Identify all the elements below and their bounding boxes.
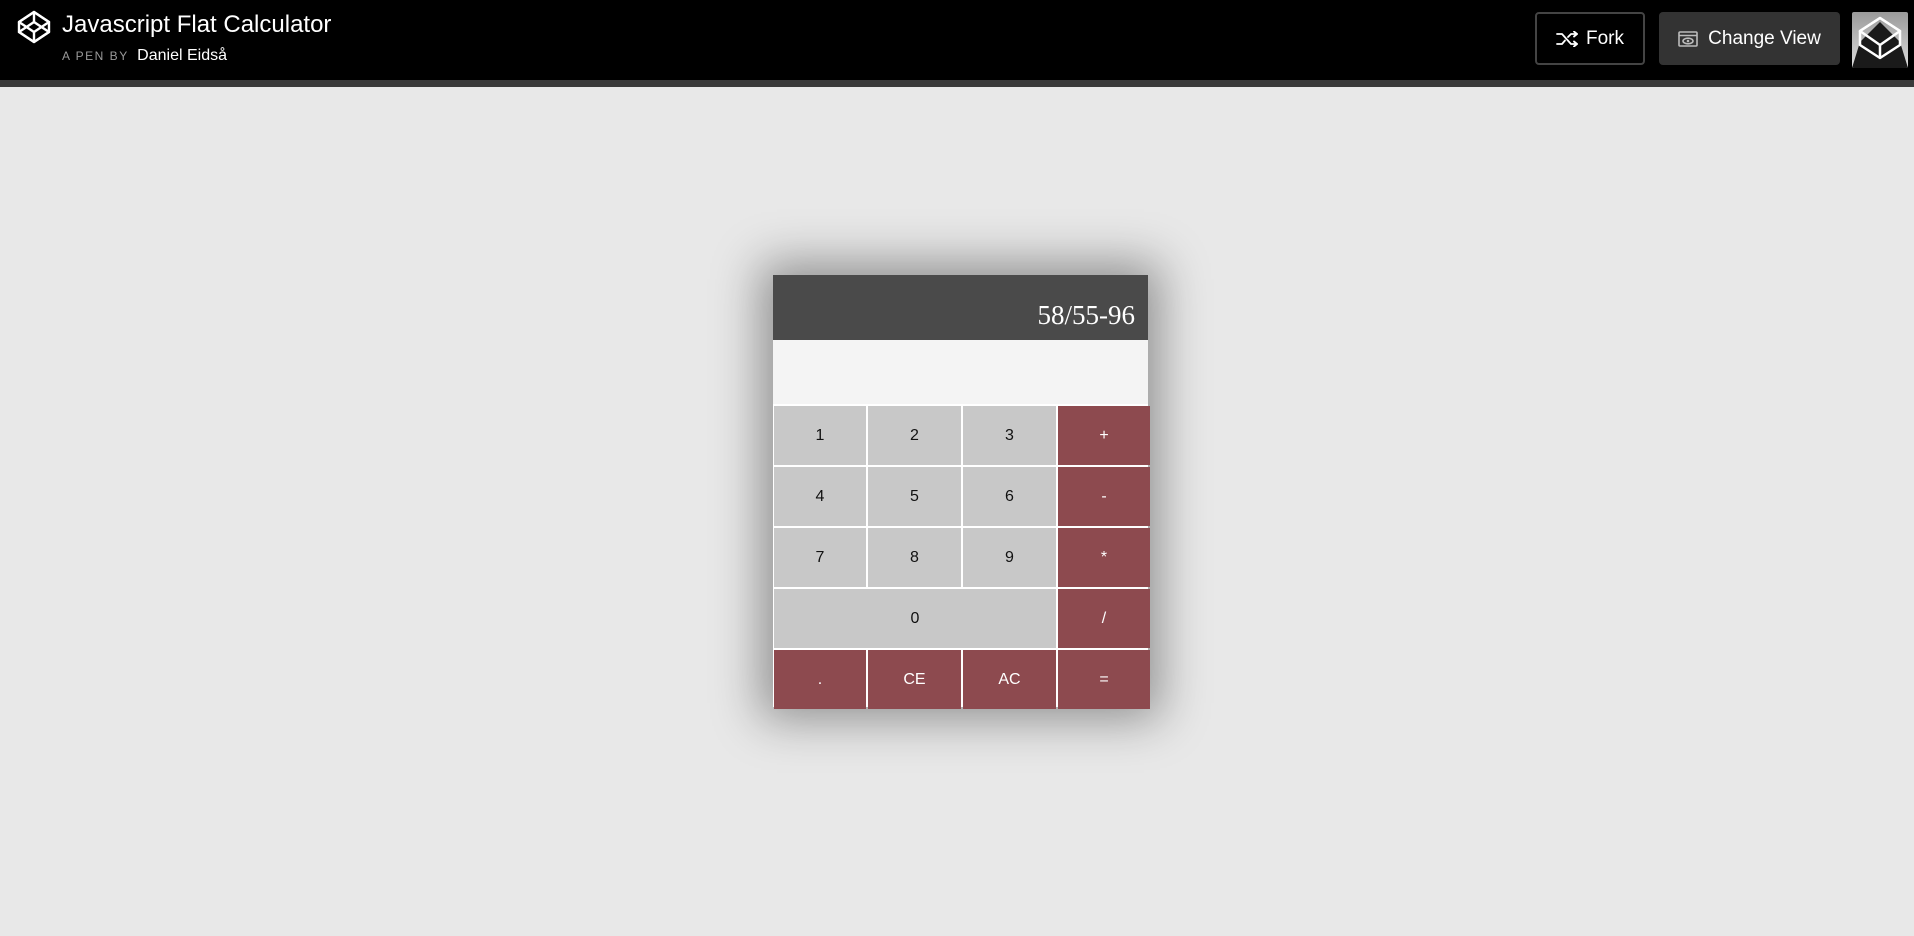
key-4[interactable]: 4 <box>774 467 866 526</box>
pen-title: Javascript Flat Calculator <box>62 11 332 38</box>
key-7[interactable]: 7 <box>774 528 866 587</box>
key-1[interactable]: 1 <box>774 406 866 465</box>
eye-window-icon <box>1678 30 1698 47</box>
change-view-button[interactable]: Change View <box>1659 12 1840 65</box>
key-3[interactable]: 3 <box>963 406 1056 465</box>
top-bar: Javascript Flat Calculator A PEN BY Dani… <box>0 0 1914 87</box>
calculator-secondary-display <box>773 340 1148 404</box>
calculator-display: 58/55-96 <box>773 275 1148 340</box>
key-multiply[interactable]: * <box>1058 528 1150 587</box>
key-5[interactable]: 5 <box>868 467 961 526</box>
key-2[interactable]: 2 <box>868 406 961 465</box>
pen-author: A PEN BY Daniel Eidså <box>62 46 227 66</box>
pen-by-label: A PEN BY <box>62 49 129 63</box>
fork-label: Fork <box>1586 27 1624 49</box>
calculator: 58/55-96 1 2 3 + 4 5 6 - 7 8 9 * 0 / . C… <box>773 275 1150 709</box>
fork-button[interactable]: Fork <box>1535 12 1645 65</box>
calculator-keypad: 1 2 3 + 4 5 6 - 7 8 9 * 0 / . CE AC = <box>773 404 1150 709</box>
key-0[interactable]: 0 <box>774 589 1056 648</box>
avatar[interactable] <box>1852 12 1908 68</box>
key-all-clear[interactable]: AC <box>963 650 1056 709</box>
key-decimal[interactable]: . <box>774 650 866 709</box>
key-6[interactable]: 6 <box>963 467 1056 526</box>
change-view-label: Change View <box>1708 27 1821 49</box>
codepen-logo-icon[interactable] <box>17 10 51 44</box>
key-equals[interactable]: = <box>1058 650 1150 709</box>
key-minus[interactable]: - <box>1058 467 1150 526</box>
key-9[interactable]: 9 <box>963 528 1056 587</box>
fork-icon <box>1556 30 1578 47</box>
key-8[interactable]: 8 <box>868 528 961 587</box>
key-divide[interactable]: / <box>1058 589 1150 648</box>
avatar-icon <box>1852 16 1908 68</box>
key-plus[interactable]: + <box>1058 406 1150 465</box>
key-clear-entry[interactable]: CE <box>868 650 961 709</box>
author-link[interactable]: Daniel Eidså <box>137 47 227 64</box>
